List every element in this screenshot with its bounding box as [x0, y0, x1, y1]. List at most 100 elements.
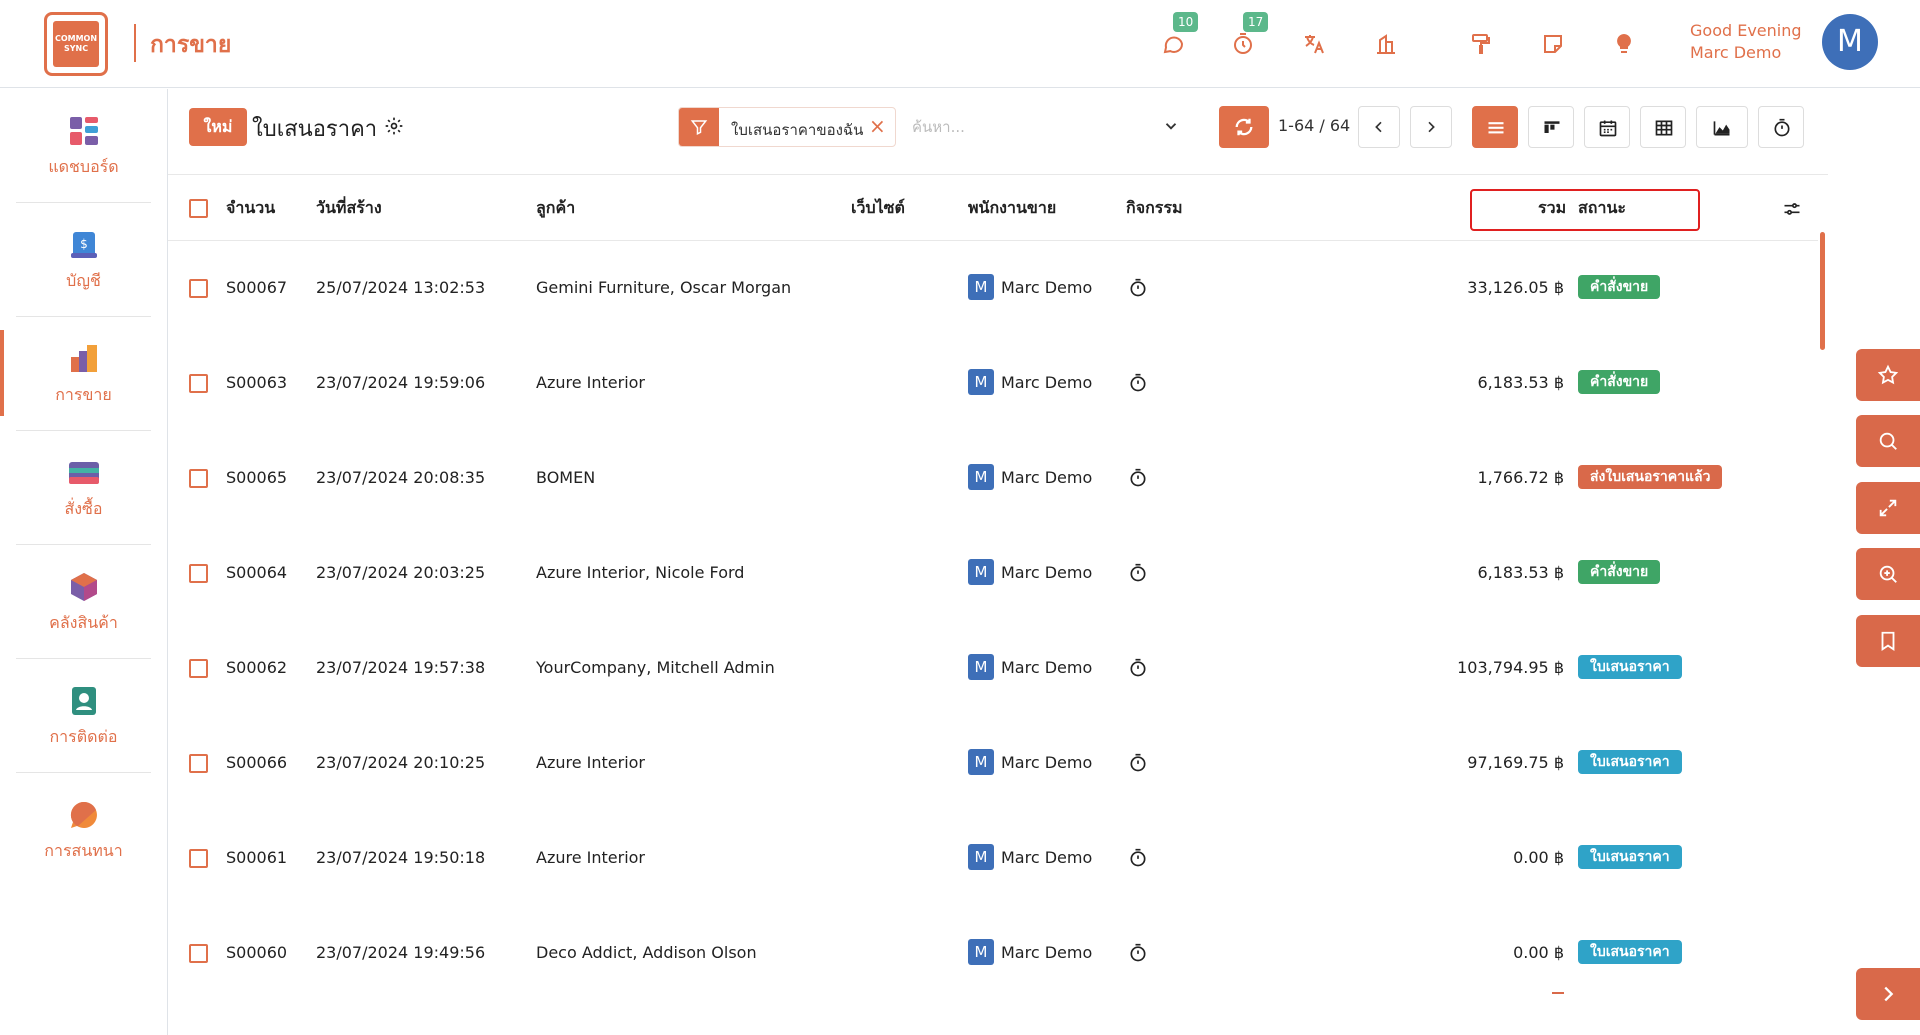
accounting-icon: $: [70, 232, 97, 258]
row-checkbox[interactable]: [189, 374, 208, 393]
table-row[interactable]: S00067 25/07/2024 13:02:53 Gemini Furnitur…: [168, 241, 1818, 336]
remove-facet-icon[interactable]: ×: [869, 114, 886, 138]
pivot-view-button[interactable]: [1640, 106, 1686, 148]
title-divider: [134, 24, 136, 62]
header-customer[interactable]: ลูกค้า: [536, 196, 575, 221]
table-row[interactable]: S00064 23/07/2024 20:03:25 Azure Interior,…: [168, 526, 1818, 621]
column-options-icon[interactable]: [1782, 199, 1802, 219]
app-logo[interactable]: COMMON SYNC: [44, 12, 108, 76]
calendar-icon: [1599, 120, 1617, 137]
new-button[interactable]: ใหม่: [189, 108, 247, 146]
cell-total: 1,766.72 ฿: [1477, 468, 1564, 487]
refresh-icon: [1235, 118, 1253, 136]
cell-created: 23/07/2024 20:08:35: [316, 468, 486, 487]
header-status[interactable]: สถานะ: [1578, 196, 1626, 221]
row-checkbox[interactable]: [189, 944, 208, 963]
global-search-button[interactable]: [1856, 415, 1920, 467]
activity-stopwatch-icon[interactable]: [1128, 753, 1148, 773]
chevron-down-icon[interactable]: [1162, 117, 1180, 135]
pager-next-button[interactable]: [1410, 106, 1452, 148]
reload-button[interactable]: [1219, 106, 1269, 148]
favorites-button[interactable]: [1856, 349, 1920, 401]
header-activity[interactable]: กิจกรรม: [1126, 196, 1182, 221]
row-checkbox[interactable]: [189, 754, 208, 773]
chevron-right-icon: [1884, 986, 1894, 1002]
sidebar-item-discuss[interactable]: การสนทนา: [16, 773, 151, 887]
row-checkbox[interactable]: [189, 849, 208, 868]
user-avatar[interactable]: M: [1822, 14, 1878, 70]
calendar-view-button[interactable]: [1584, 106, 1630, 148]
scroll-indicator: [1552, 992, 1564, 994]
select-all-checkbox[interactable]: [189, 199, 208, 218]
list-view-button[interactable]: [1472, 106, 1518, 148]
header-website[interactable]: เว็บไซต์: [851, 196, 905, 221]
app-title[interactable]: การขาย: [150, 27, 231, 63]
salesperson-avatar: M: [968, 274, 994, 300]
cell-number: S00060: [226, 943, 288, 962]
sales-icon: [70, 345, 97, 372]
table-row[interactable]: S00062 23/07/2024 19:57:38 YourCompany, Mi…: [168, 621, 1818, 716]
language-button[interactable]: [1298, 28, 1330, 60]
sidebar-item-contacts[interactable]: การติดต่อ: [16, 659, 151, 773]
purchase-icon: [68, 462, 99, 484]
sidebar-item-purchase[interactable]: สั่งซื้อ: [16, 431, 151, 545]
cell-created: 23/07/2024 20:03:25: [316, 563, 486, 582]
messages-button[interactable]: 10: [1157, 12, 1199, 60]
zoom-button[interactable]: [1856, 548, 1920, 600]
header-created[interactable]: วันที่สร้าง: [316, 196, 382, 221]
sidebar-item-dashboard[interactable]: แดชบอร์ด: [16, 89, 151, 203]
header-total[interactable]: รวม: [1538, 196, 1566, 221]
salesperson-avatar: M: [968, 749, 994, 775]
pager-previous-button[interactable]: [1358, 106, 1400, 148]
header-number[interactable]: จำนวน: [226, 196, 275, 221]
sidebar-item-sales[interactable]: การขาย: [16, 317, 151, 431]
chevron-left-icon: [1375, 121, 1382, 133]
activity-view-button[interactable]: [1758, 106, 1804, 148]
cell-number: S00061: [226, 848, 288, 867]
row-checkbox[interactable]: [189, 659, 208, 678]
table-row[interactable]: S00066 23/07/2024 20:10:25 Azure Interior M…: [168, 716, 1818, 811]
company-button[interactable]: [1370, 28, 1402, 60]
cell-salesperson: Marc Demo: [1001, 468, 1093, 487]
kanban-icon: [1544, 121, 1560, 133]
kanban-view-button[interactable]: [1528, 106, 1574, 148]
activity-stopwatch-icon[interactable]: [1128, 658, 1148, 678]
bookmark-button[interactable]: [1856, 615, 1920, 667]
facet-my-quotations: ใบเสนอราคาของฉัน: [731, 121, 864, 139]
sidebar-item-accounting[interactable]: $ บัญชี: [16, 203, 151, 317]
table-icon: [1655, 120, 1673, 136]
table-row[interactable]: S00060 23/07/2024 19:49:56 Deco Addict, Ad…: [168, 906, 1818, 1001]
expand-panel-button[interactable]: [1856, 968, 1920, 1020]
table-row[interactable]: S00065 23/07/2024 20:08:35 BOMEN M Marc Demo…: [168, 431, 1818, 526]
sidebar-item-inventory[interactable]: คลังสินค้า: [16, 545, 151, 659]
theme-button[interactable]: [1465, 28, 1497, 60]
messages-badge: 10: [1173, 12, 1199, 32]
activity-stopwatch-icon[interactable]: [1128, 468, 1148, 488]
pager-value[interactable]: 1-64 / 64: [1278, 116, 1350, 135]
tips-button[interactable]: [1608, 28, 1640, 60]
notes-button[interactable]: [1537, 28, 1569, 60]
cell-salesperson: Marc Demo: [1001, 848, 1093, 867]
header-salesperson[interactable]: พนักงานขาย: [968, 196, 1056, 221]
filter-toggle[interactable]: [679, 108, 719, 146]
graph-view-button[interactable]: [1696, 106, 1748, 148]
row-checkbox[interactable]: [189, 469, 208, 488]
row-checkbox[interactable]: [189, 279, 208, 298]
activity-stopwatch-icon[interactable]: [1128, 848, 1148, 868]
activity-stopwatch-icon[interactable]: [1128, 563, 1148, 583]
activity-stopwatch-icon[interactable]: [1128, 373, 1148, 393]
row-checkbox[interactable]: [189, 564, 208, 583]
table-row[interactable]: S00061 23/07/2024 19:50:18 Azure Interior M…: [168, 811, 1818, 906]
gear-icon[interactable]: [384, 116, 404, 136]
activities-button[interactable]: 17: [1227, 12, 1269, 60]
fullscreen-button[interactable]: [1856, 482, 1920, 534]
scrollbar[interactable]: [1820, 232, 1825, 350]
sidebar-item-label: แดชบอร์ด: [48, 157, 119, 176]
control-panel: ใหม่ ใบเสนอราคา ใบเสนอราคาของฉัน × 1-64 …: [168, 89, 1828, 175]
table-row[interactable]: S00063 23/07/2024 19:59:06 Azure Interior M…: [168, 336, 1818, 431]
search-input[interactable]: [912, 109, 1152, 145]
cell-customer: Deco Addict, Addison Olson: [536, 943, 757, 962]
activity-stopwatch-icon[interactable]: [1128, 278, 1148, 298]
activity-stopwatch-icon[interactable]: [1128, 943, 1148, 963]
cell-customer: Azure Interior: [536, 848, 646, 867]
